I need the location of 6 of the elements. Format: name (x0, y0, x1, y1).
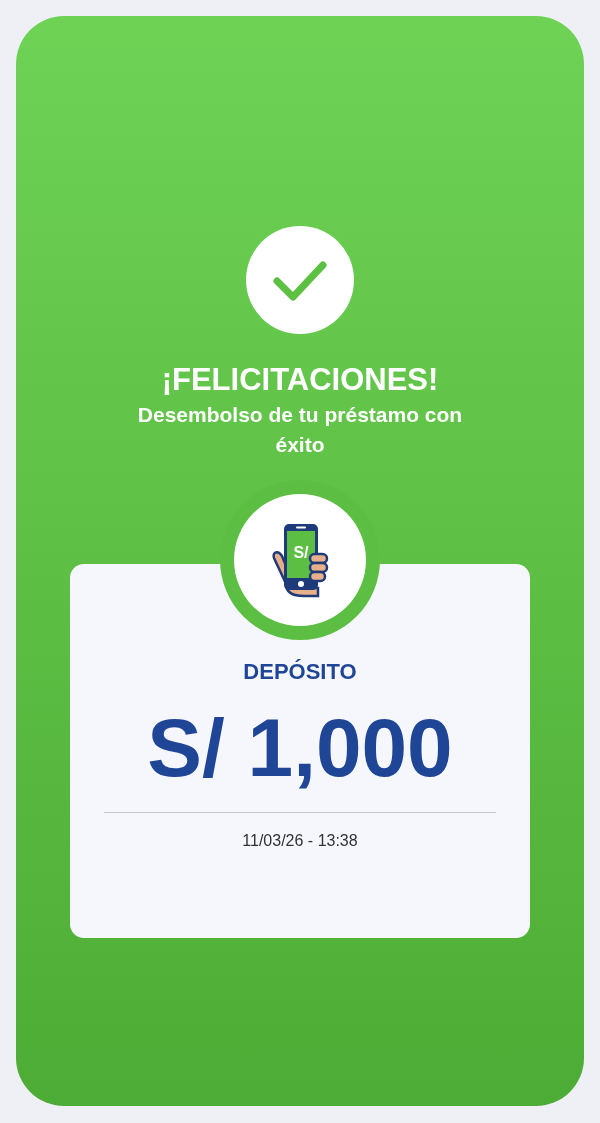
deposit-label: DEPÓSITO (243, 659, 357, 685)
success-title: ¡FELICITACIONES! (161, 362, 439, 398)
deposit-amount: S/ 1,000 (147, 706, 453, 790)
currency-symbol: S/ (292, 544, 310, 562)
deposit-datetime: 11/03/26 - 13:38 (242, 831, 358, 851)
success-subtitle: Desembolso de tu préstamo con éxito (136, 402, 464, 458)
